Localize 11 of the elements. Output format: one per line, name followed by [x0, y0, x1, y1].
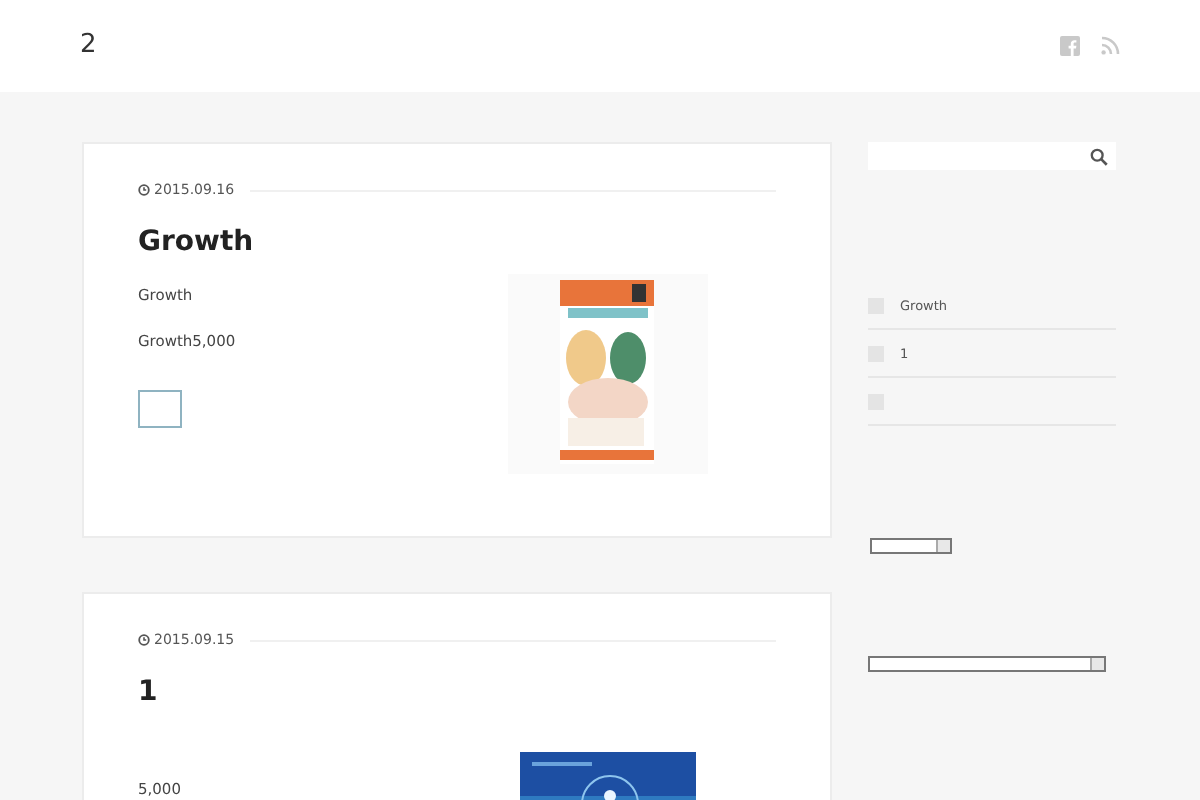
post-title[interactable]: Growth	[138, 226, 776, 258]
post-title[interactable]: 1	[138, 676, 776, 708]
search-icon[interactable]	[1090, 147, 1108, 165]
dropdown[interactable]	[868, 656, 1106, 672]
search-field[interactable]	[868, 142, 1116, 170]
rss-icon[interactable]	[1100, 36, 1120, 56]
facebook-icon[interactable]	[1060, 36, 1080, 56]
dropdown[interactable]	[870, 538, 952, 554]
clock-icon	[138, 634, 150, 646]
read-more-button[interactable]	[138, 390, 182, 428]
clock-icon	[138, 184, 150, 196]
